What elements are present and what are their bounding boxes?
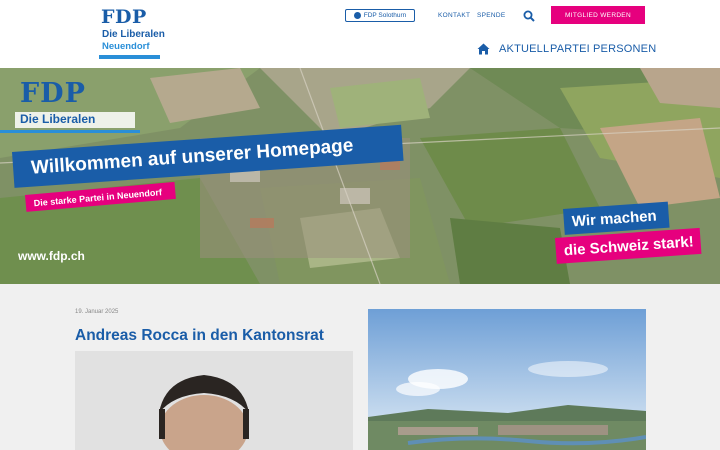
kontakt-link[interactable]: KONTAKT (438, 12, 470, 19)
hero-logo-underline (0, 130, 140, 133)
logo-wordmark: FDP (101, 6, 147, 28)
home-icon[interactable] (477, 43, 490, 55)
hero-logo-subtitle: Die Liberalen (20, 112, 96, 126)
site-logo[interactable]: FDP Die Liberalen Neuendorf (99, 6, 165, 60)
become-member-button[interactable]: MITGLIED WERDEN (551, 6, 645, 24)
search-icon[interactable] (523, 10, 535, 22)
region-link-label: FDP Solothurn (363, 12, 407, 19)
hero-logo-wordmark: FDP (20, 78, 86, 109)
hero-banner[interactable]: FDP Die Liberalen Willkommen auf unserer… (0, 68, 720, 284)
hero-url: www.fdp.ch (18, 249, 85, 263)
news-landscape-image[interactable] (368, 309, 646, 450)
spende-link[interactable]: SPENDE (477, 12, 506, 19)
region-link-button[interactable]: FDP Solothurn (345, 9, 415, 22)
nav-item-partei[interactable]: PARTEI (550, 43, 590, 55)
nav-item-aktuell[interactable]: AKTUELL (499, 43, 549, 55)
nav-item-personen[interactable]: PERSONEN (593, 43, 656, 55)
globe-icon (353, 12, 361, 19)
news-title[interactable]: Andreas Rocca in den Kantonsrat (75, 327, 324, 345)
landscape-photo (368, 309, 646, 450)
news-date: 19. Januar 2025 (75, 309, 119, 315)
site-header: FDP Die Liberalen Neuendorf FDP Solothur… (0, 0, 720, 68)
news-portrait-image[interactable] (75, 351, 353, 450)
logo-underline (99, 55, 160, 59)
logo-town: Neuendorf (102, 41, 150, 52)
logo-subtitle: Die Liberalen (102, 29, 165, 40)
portrait-photo (75, 351, 353, 450)
